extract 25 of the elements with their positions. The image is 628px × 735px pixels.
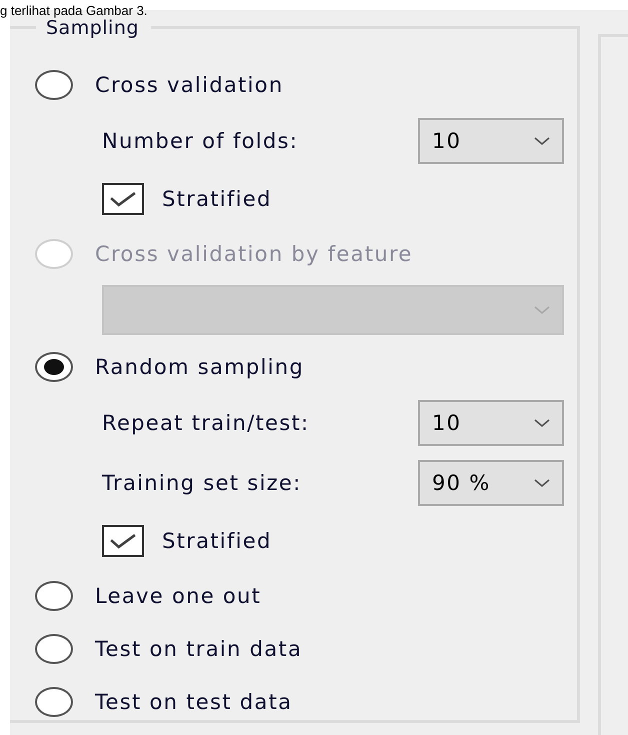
chevron-icon <box>534 136 550 146</box>
chevron-icon <box>534 306 550 314</box>
radio-label[interactable]: Test on test data <box>95 690 292 714</box>
radio-button[interactable] <box>35 686 73 716</box>
field-label: Number of folds: <box>102 129 298 153</box>
dropdown[interactable]: 10 <box>418 400 564 446</box>
radio-label[interactable]: Cross validation <box>95 72 284 96</box>
checkbox-label[interactable]: Stratified <box>162 187 272 211</box>
radio-label[interactable]: Test on train data <box>95 636 302 660</box>
checkbox[interactable] <box>102 183 144 215</box>
radio-button[interactable] <box>35 352 73 382</box>
field-label: Training set size: <box>102 471 302 495</box>
radio-button[interactable] <box>35 70 73 100</box>
chevron-icon <box>534 418 550 428</box>
radio-button[interactable] <box>35 634 73 664</box>
checkbox[interactable] <box>102 525 144 557</box>
radio-button[interactable] <box>35 580 73 610</box>
field-label: Repeat train/test: <box>102 411 310 435</box>
caption-text: g terlihat pada Gambar 3. <box>0 4 148 17</box>
dropdown[interactable]: 10 <box>418 118 564 164</box>
checkbox-label[interactable]: Stratified <box>162 529 272 553</box>
radio-label[interactable]: Leave one out <box>95 584 262 608</box>
chevron-icon <box>534 478 550 488</box>
radio-label[interactable]: Random sampling <box>95 354 304 378</box>
dropdown[interactable]: 90 % <box>418 460 564 506</box>
